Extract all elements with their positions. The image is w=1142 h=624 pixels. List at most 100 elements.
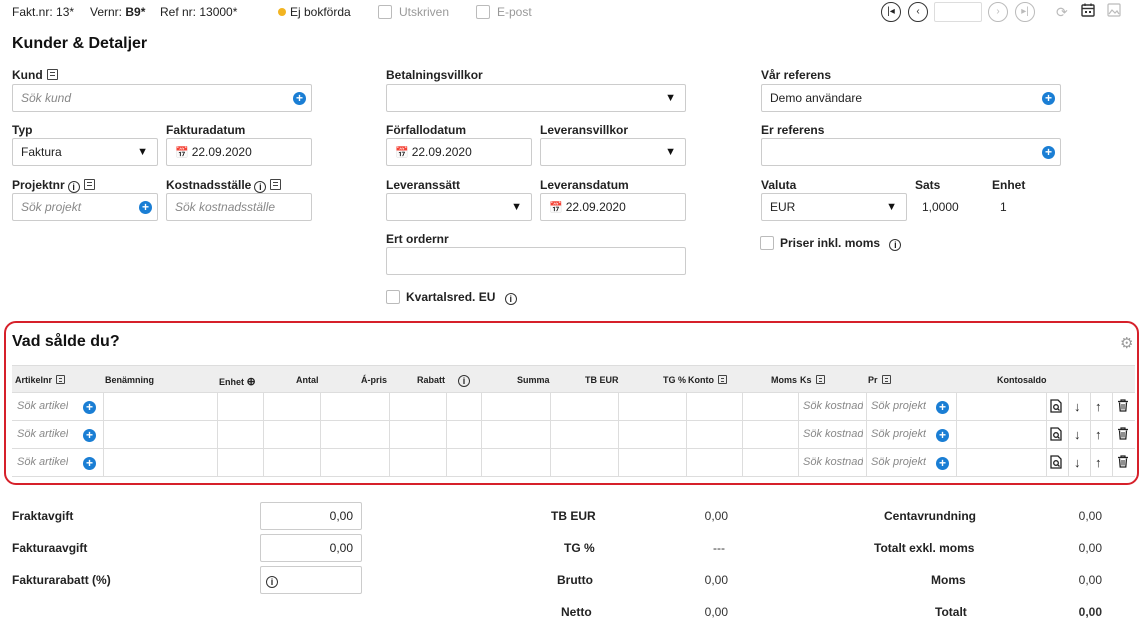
table-cell[interactable]	[217, 393, 218, 421]
table-cell[interactable]	[866, 449, 867, 477]
previous-page-button[interactable]: ‹	[908, 2, 928, 22]
info-icon[interactable]: i	[67, 181, 80, 193]
preview-icon[interactable]	[1050, 427, 1063, 444]
delivery-method-select[interactable]: ▼	[386, 193, 532, 221]
article-search-input[interactable]: Sök artikel	[17, 456, 68, 468]
add-article-icon[interactable]: +	[83, 457, 96, 470]
column-header-enhet[interactable]: Enhet ⊕	[219, 375, 256, 388]
last-page-button[interactable]: ▸|	[1015, 2, 1035, 22]
order-number-field[interactable]	[386, 247, 686, 275]
column-header-tb-eur[interactable]: TB EUR	[585, 375, 619, 385]
table-cell[interactable]	[550, 449, 551, 477]
table-cell[interactable]	[103, 449, 104, 477]
cost-center-search-input[interactable]: Sök kostnads	[803, 428, 863, 440]
table-cell[interactable]	[742, 421, 743, 449]
column-header-pr[interactable]: Pr	[868, 375, 891, 385]
table-cell[interactable]	[389, 421, 390, 449]
table-cell[interactable]	[1046, 393, 1047, 421]
table-cell[interactable]	[1112, 421, 1113, 449]
cost-center-search-input[interactable]: Sök kostnads	[803, 456, 863, 468]
table-cell[interactable]	[956, 421, 957, 449]
table-cell[interactable]	[1090, 421, 1091, 449]
refresh-icon[interactable]: ⟳	[1056, 4, 1068, 21]
table-cell[interactable]	[389, 393, 390, 421]
trash-icon[interactable]	[1117, 427, 1129, 443]
table-cell[interactable]	[1090, 393, 1091, 421]
table-cell[interactable]	[866, 393, 867, 421]
table-cell[interactable]	[798, 421, 799, 449]
table-cell[interactable]	[1112, 393, 1113, 421]
customer-search-field[interactable]: Sök kund +	[12, 84, 312, 112]
list-icon[interactable]	[56, 375, 66, 384]
table-cell[interactable]	[686, 421, 687, 449]
table-cell[interactable]	[446, 393, 447, 421]
table-cell[interactable]	[798, 449, 799, 477]
add-project-icon[interactable]: +	[936, 401, 949, 414]
table-cell[interactable]	[550, 421, 551, 449]
due-date-field[interactable]: 📅 22.09.2020	[386, 138, 532, 166]
table-cell[interactable]	[481, 449, 482, 477]
delivery-date-field[interactable]: 📅 22.09.2020	[540, 193, 686, 221]
table-cell[interactable]	[1046, 421, 1047, 449]
table-cell[interactable]	[320, 421, 321, 449]
list-icon[interactable]	[46, 69, 58, 80]
column-header-summa[interactable]: Summa	[517, 375, 550, 385]
table-cell[interactable]	[618, 393, 619, 421]
info-icon[interactable]: i	[458, 375, 470, 387]
add-reference-icon[interactable]: +	[1042, 92, 1055, 105]
table-cell[interactable]	[1112, 449, 1113, 477]
printed-checkbox[interactable]	[378, 5, 392, 19]
column-header-antal[interactable]: Antal	[296, 375, 319, 385]
invoice-date-field[interactable]: 📅 22.09.2020	[166, 138, 312, 166]
article-search-input[interactable]: Sök artikel	[17, 400, 68, 412]
image-icon[interactable]	[1107, 3, 1121, 20]
arrow-up-icon[interactable]: ↑	[1095, 399, 1102, 414]
article-search-input[interactable]: Sök artikel	[17, 428, 68, 440]
table-cell[interactable]	[956, 393, 957, 421]
table-cell[interactable]	[389, 449, 390, 477]
column-header-rabatt[interactable]: Rabatt	[417, 375, 445, 385]
table-cell[interactable]	[263, 393, 264, 421]
table-cell[interactable]	[618, 449, 619, 477]
add-article-icon[interactable]: +	[83, 429, 96, 442]
trash-icon[interactable]	[1117, 399, 1129, 415]
list-icon[interactable]	[83, 179, 95, 190]
freight-fee-input[interactable]: 0,00	[260, 502, 362, 530]
table-cell[interactable]	[1090, 449, 1091, 477]
table-cell[interactable]	[742, 449, 743, 477]
next-page-button[interactable]: ›	[988, 2, 1008, 22]
list-icon[interactable]	[718, 375, 727, 384]
add-article-icon[interactable]: +	[83, 401, 96, 414]
arrow-down-icon[interactable]: ↓	[1074, 427, 1081, 442]
payment-terms-select[interactable]: ▼	[386, 84, 686, 112]
table-cell[interactable]	[1046, 449, 1047, 477]
column-header-artikelnr[interactable]: Artikelnr	[15, 375, 66, 385]
table-cell[interactable]	[618, 421, 619, 449]
info-icon[interactable]: i	[266, 576, 278, 588]
table-cell[interactable]	[103, 421, 104, 449]
column-header-moms[interactable]: Moms	[771, 375, 797, 385]
invoice-fee-input[interactable]: 0,00	[260, 534, 362, 562]
add-project-icon[interactable]: +	[936, 429, 949, 442]
arrow-down-icon[interactable]: ↓	[1074, 455, 1081, 470]
project-search-field[interactable]: Sök projekt +	[12, 193, 158, 221]
table-cell[interactable]	[217, 421, 218, 449]
project-search-input[interactable]: Sök projekt	[871, 456, 926, 468]
add-project-icon[interactable]: +	[139, 201, 152, 214]
table-cell[interactable]	[956, 449, 957, 477]
page-number-input[interactable]	[934, 2, 982, 22]
table-cell[interactable]	[866, 421, 867, 449]
add-circle-icon[interactable]: ⊕	[247, 376, 256, 388]
column-header-ks[interactable]: Ks	[800, 375, 825, 385]
column-header-benamning[interactable]: Benämning	[105, 375, 154, 385]
preview-icon[interactable]	[1050, 455, 1063, 472]
add-customer-icon[interactable]: +	[293, 92, 306, 105]
table-cell[interactable]	[1068, 421, 1069, 449]
arrow-up-icon[interactable]: ↑	[1095, 455, 1102, 470]
gear-icon[interactable]: ⚙	[1120, 334, 1133, 352]
project-search-input[interactable]: Sök projekt	[871, 400, 926, 412]
column-header-tg[interactable]: TG %	[663, 375, 686, 385]
table-cell[interactable]	[446, 421, 447, 449]
table-cell[interactable]	[481, 421, 482, 449]
prices-incl-vat-checkbox[interactable]	[760, 236, 774, 250]
